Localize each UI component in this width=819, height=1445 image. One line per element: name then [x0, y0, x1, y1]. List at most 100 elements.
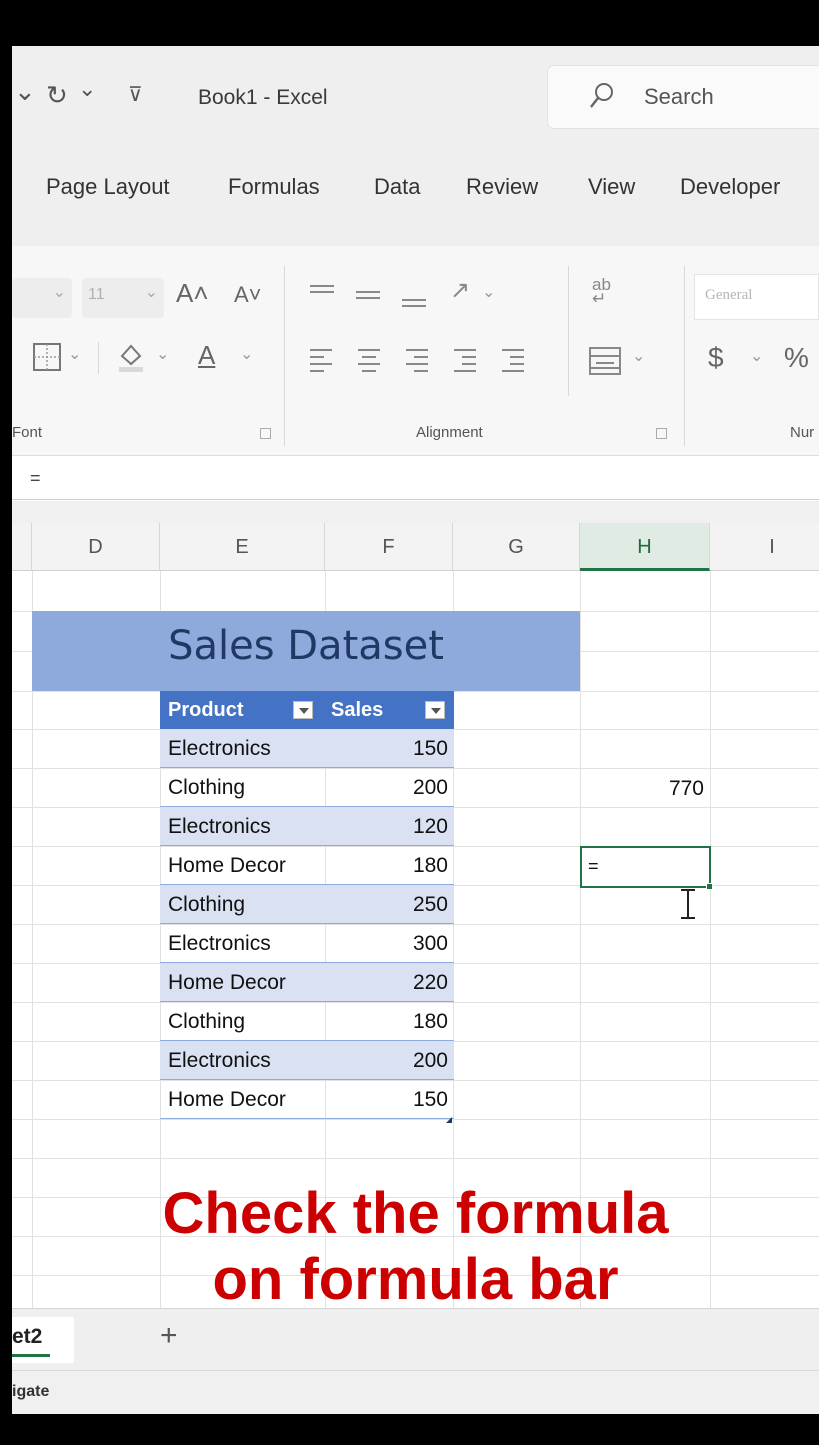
product-cell: Home Decor [168, 854, 286, 877]
tab-data[interactable]: Data [374, 174, 420, 200]
customize-qat-icon[interactable]: ⊽ [128, 82, 143, 107]
sales-cell: 250 [412, 893, 448, 916]
header-label: Sales [331, 699, 384, 721]
number-format-dropdown[interactable]: General [694, 274, 819, 320]
sales-cell: 220 [412, 971, 448, 994]
sales-cell: 180 [412, 854, 448, 877]
table-row[interactable]: Electronics 120 [160, 807, 454, 846]
column-header-d[interactable]: D [32, 523, 160, 571]
column-header-e[interactable]: E [160, 523, 325, 571]
sales-cell: 300 [412, 932, 448, 955]
filter-dropdown-icon[interactable] [425, 701, 445, 719]
tab-review[interactable]: Review [466, 174, 538, 200]
table-row[interactable]: Clothing 200 [160, 768, 454, 807]
decrease-font-size-button[interactable]: A˅ [234, 282, 262, 308]
status-text: igate [12, 1383, 50, 1400]
search-icon [590, 83, 613, 108]
column-headers: D E F G H I [12, 523, 819, 571]
fill-color-icon[interactable] [116, 340, 146, 374]
vertical-align-icons[interactable] [308, 280, 432, 314]
sales-cell: 150 [412, 1088, 448, 1111]
chevron-down-icon[interactable]: ⌄ [240, 344, 253, 364]
chevron-down-icon[interactable]: ⌄ [750, 346, 763, 366]
formula-bar[interactable]: = [12, 460, 819, 500]
table-row[interactable]: Home Decor 180 [160, 846, 454, 885]
sales-cell: 200 [412, 776, 448, 799]
divider [98, 342, 99, 374]
divider [568, 266, 569, 396]
cell-h-value[interactable]: 770 [582, 770, 710, 808]
merged-title-cell[interactable]: Sales Dataset [32, 611, 580, 691]
table-row[interactable]: Home Decor 220 [160, 963, 454, 1002]
number-group-label: Nur [790, 424, 815, 441]
chevron-down-icon[interactable]: ⌄ [68, 344, 81, 364]
ribbon-tabs: Page Layout Formulas Data Review View De… [12, 150, 819, 246]
tab-formulas[interactable]: Formulas [228, 174, 320, 200]
gridline [12, 1158, 819, 1159]
orientation-icon[interactable]: ↗ [450, 276, 470, 305]
alignment-dialog-launcher-icon[interactable] [656, 428, 667, 439]
product-cell: Clothing [168, 1010, 246, 1033]
borders-icon[interactable] [32, 342, 62, 372]
worksheet-grid[interactable]: Sales Dataset Product Sales Electronics 1… [12, 571, 819, 1351]
sales-cell: 200 [412, 1049, 448, 1072]
percent-style-button[interactable]: % [784, 342, 809, 374]
table-row[interactable]: Clothing 250 [160, 885, 454, 924]
redo-icon[interactable]: ↻ [46, 80, 68, 111]
table-row[interactable]: Electronics 150 [160, 729, 454, 768]
table-row[interactable]: Electronics 300 [160, 924, 454, 963]
product-cell: Clothing [168, 893, 246, 916]
column-header-f[interactable]: F [325, 523, 453, 571]
formula-bar-content[interactable]: = [30, 468, 41, 489]
tab-developer[interactable]: Developer [680, 174, 780, 200]
filter-dropdown-icon[interactable] [293, 701, 313, 719]
header-label: Product [168, 699, 244, 721]
product-cell: Electronics [168, 1049, 271, 1072]
column-header-h[interactable]: H [580, 523, 710, 571]
font-size-value: 11 [88, 286, 105, 303]
tab-page-layout[interactable]: Page Layout [46, 174, 170, 200]
redo-dropdown-icon[interactable]: ⌄ [78, 76, 96, 102]
product-cell: Home Decor [168, 1088, 286, 1111]
font-group-label: Font [12, 424, 43, 441]
column-header-c[interactable] [12, 523, 32, 571]
increase-font-size-button[interactable]: A˄ [176, 278, 209, 309]
chevron-down-icon[interactable]: ⌄ [482, 282, 495, 302]
search-placeholder: Search [644, 84, 714, 109]
tab-view[interactable]: View [588, 174, 635, 200]
sheet-tab-active[interactable]: et2 [12, 1317, 74, 1363]
chevron-down-icon[interactable]: ⌄ [632, 346, 645, 366]
merge-center-icon[interactable] [588, 346, 622, 376]
document-title: Book1 - Excel [198, 86, 328, 109]
chevron-down-icon: ⌄ [144, 284, 158, 301]
font-color-button[interactable]: A [198, 340, 215, 371]
chevron-down-icon[interactable]: ⌄ [156, 344, 169, 364]
undo-dropdown-icon[interactable]: ⌄ [14, 76, 36, 107]
header-cell-product[interactable]: Product [160, 691, 325, 729]
font-dialog-launcher-icon[interactable] [260, 428, 271, 439]
fill-handle[interactable] [706, 883, 713, 890]
product-cell: Electronics [168, 932, 271, 955]
add-sheet-button[interactable]: + [160, 1319, 178, 1353]
sales-cell: 180 [412, 1010, 448, 1033]
table-resize-handle-icon[interactable] [446, 1117, 452, 1123]
search-box[interactable]: Search [548, 66, 819, 128]
wrap-text-button[interactable]: ab ↵ [592, 276, 611, 308]
column-header-g[interactable]: G [453, 523, 580, 571]
excel-window: ⌄ ↻ ⌄ ⊽ Book1 - Excel Search Page Layout… [12, 46, 819, 1414]
horizontal-align-icons[interactable] [308, 346, 548, 376]
font-size-dropdown[interactable]: 11 ⌄ [82, 278, 164, 318]
wrap-arrow-icon: ↵ [592, 289, 607, 308]
table-row[interactable]: Electronics 200 [160, 1041, 454, 1080]
chevron-down-icon: ⌄ [52, 284, 66, 301]
alignment-group-label: Alignment [416, 424, 483, 441]
font-name-dropdown[interactable]: ⌄ [12, 278, 72, 318]
active-cell-editor[interactable]: = [580, 846, 711, 888]
currency-format-button[interactable]: $ [708, 342, 724, 374]
column-header-i[interactable]: I [710, 523, 819, 571]
table-row[interactable]: Clothing 180 [160, 1002, 454, 1041]
sales-cell: 120 [412, 815, 448, 838]
header-cell-sales[interactable]: Sales [325, 691, 454, 729]
status-bar: igate [12, 1370, 819, 1414]
table-row[interactable]: Home Decor 150 [160, 1080, 454, 1119]
